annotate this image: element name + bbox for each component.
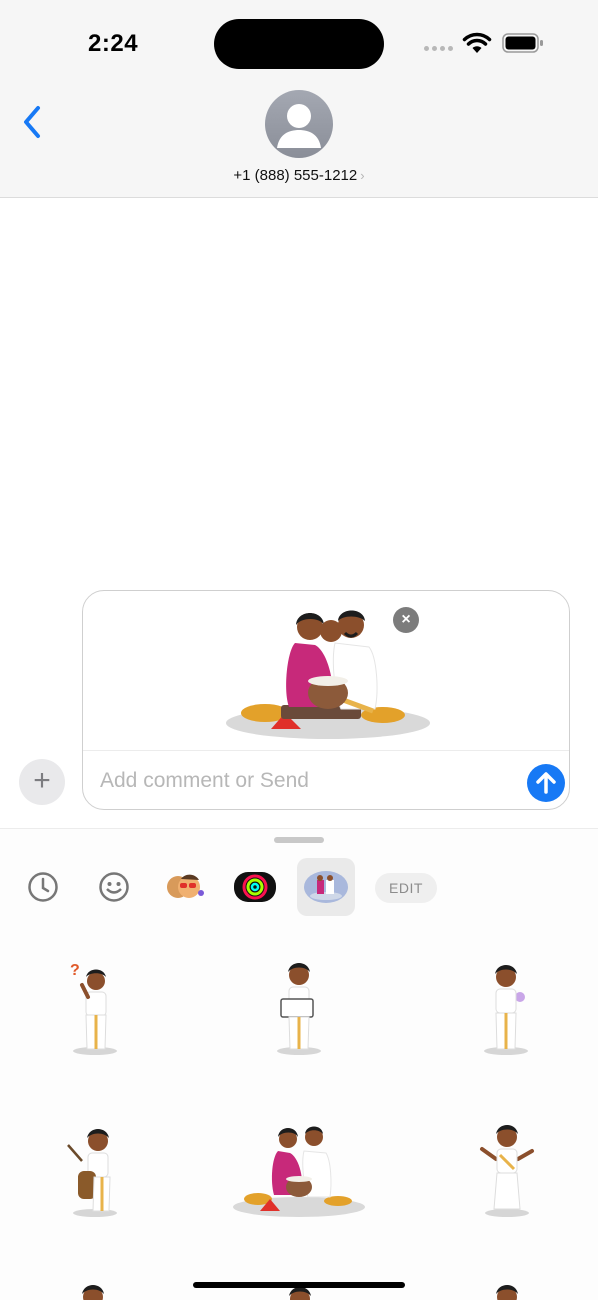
status-time: 2:24 [88,30,139,57]
conversation-header: +1 (888) 555-1212 › [0,80,598,198]
sticker-preview: × [83,591,569,751]
battery-icon [502,33,543,53]
sticker-man-partial-right[interactable] [490,1283,524,1300]
add-attachment-button[interactable]: + [19,759,65,805]
sticker-pack-icon[interactable] [297,858,355,916]
sticker-man-dancing[interactable] [470,1121,544,1221]
home-indicator[interactable] [193,1282,405,1288]
drawer-grabber[interactable] [274,837,324,843]
memoji-icon[interactable] [157,859,213,915]
cellular-signal-icon [424,46,453,51]
sticker-man-partial-left[interactable] [76,1283,110,1300]
sticker-drawer: EDIT ? [0,828,598,1300]
wifi-icon [462,32,492,53]
contact-avatar[interactable] [265,90,333,158]
emoji-icon[interactable] [86,859,142,915]
chevron-right-icon: › [360,168,365,183]
sticker-man-holding-sign[interactable] [262,959,336,1059]
svg-text:?: ? [70,962,80,979]
activity-rings-icon[interactable] [227,859,283,915]
sticker-couple-cooking[interactable] [230,1121,368,1221]
comment-input[interactable]: Add comment or Send [100,769,309,793]
recents-clock-icon[interactable] [15,859,71,915]
back-chevron-icon[interactable] [18,102,48,142]
arrow-up-icon [536,772,556,794]
edit-button[interactable]: EDIT [375,873,437,903]
send-button[interactable] [527,764,565,802]
remove-sticker-button[interactable]: × [393,607,419,633]
person-silhouette-icon [277,104,321,148]
status-bar: 2:24 [0,0,598,80]
sticker-man-drummer[interactable] [58,1121,132,1221]
sticker-man-thinking[interactable] [470,959,544,1059]
contact-name[interactable]: +1 (888) 555-1212 › [0,167,598,184]
dynamic-island [214,19,384,69]
compose-box: × Add comment or Send [82,590,570,810]
sticker-man-confused[interactable]: ? [58,959,132,1059]
